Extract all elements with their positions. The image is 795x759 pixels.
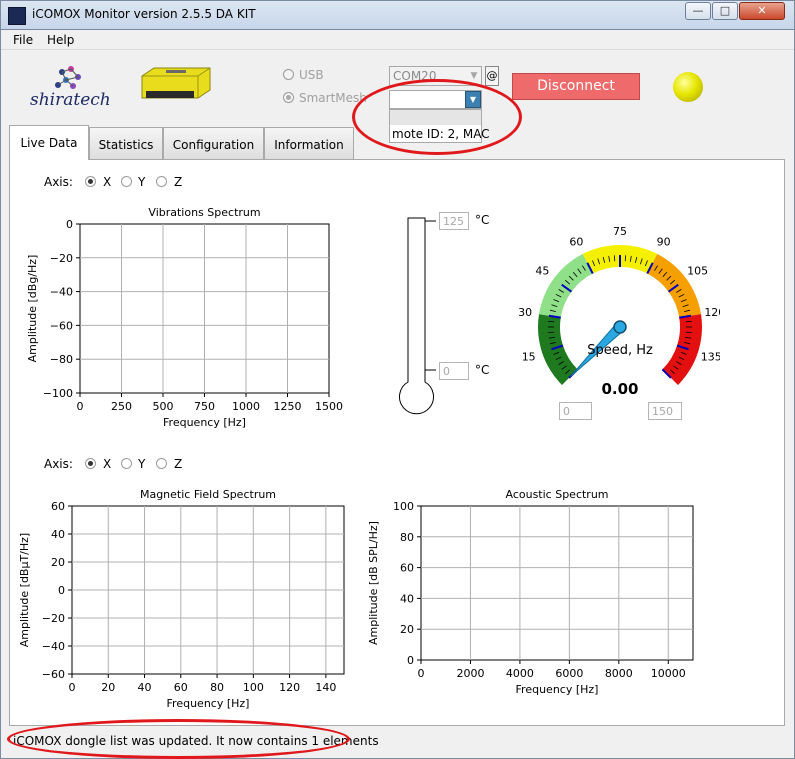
chart-title: Vibrations Spectrum — [148, 206, 260, 219]
y-tick-label: 20 — [51, 556, 65, 569]
y-tick-label: −60 — [42, 668, 65, 681]
x-tick-label: 1000 — [232, 400, 260, 413]
x-tick-label: 1500 — [315, 400, 343, 413]
x-tick-label: 10000 — [651, 667, 686, 680]
x-tick-label: 0 — [69, 681, 76, 694]
x-tick-label: 60 — [174, 681, 188, 694]
x-tick-label: 40 — [138, 681, 152, 694]
gauge-tick-label: 105 — [687, 265, 708, 278]
y-tick-label: 0 — [407, 654, 414, 667]
gauge-max-box: 150 — [648, 402, 682, 420]
y-tick-label: −20 — [42, 612, 65, 625]
y-tick-label: 0 — [66, 218, 73, 231]
y-tick-label: −60 — [50, 319, 73, 332]
y-tick-label: −40 — [50, 286, 73, 299]
y-tick-label: 40 — [400, 592, 414, 605]
gauge-tick-label: 30 — [518, 306, 532, 319]
y-tick-label: −100 — [43, 387, 73, 400]
gauge-tick-label: 60 — [569, 235, 583, 248]
gauge-title: Speed, Hz — [587, 343, 653, 358]
plot-area — [420, 505, 694, 661]
gauge-band-light-green — [539, 253, 593, 318]
x-tick-label: 500 — [153, 400, 174, 413]
thermo-current-unit: °C — [475, 363, 490, 377]
chart-1: 0 20 40 60 80 100 120 140 60 40 20 0 −20 −40 −60 Magnet… — [18, 488, 345, 710]
x-axis-label: Frequency [Hz] — [163, 416, 246, 429]
gauge-band-orange — [647, 253, 701, 318]
x-tick-label: 80 — [210, 681, 224, 694]
gauge-tick-label: 75 — [613, 225, 627, 238]
y-tick-label: 60 — [51, 500, 65, 513]
y-tick-label: 0 — [58, 584, 65, 597]
x-tick-label: 750 — [194, 400, 215, 413]
thermometer-icon — [399, 217, 436, 415]
y-tick-label: −80 — [50, 353, 73, 366]
speed-gauge: 15 30 45 60 75 90 105 120 135 Speed, Hz 0.00 — [518, 225, 720, 398]
y-axis-label: Amplitude [dBµT/Hz] — [18, 533, 31, 647]
highlight-ellipse-status — [7, 719, 350, 759]
y-tick-label: 80 — [400, 531, 414, 544]
x-tick-label: 1250 — [274, 400, 302, 413]
x-axis-label: Frequency [Hz] — [516, 683, 599, 696]
x-tick-label: 4000 — [506, 667, 534, 680]
gauge-tick-label: 120 — [704, 306, 720, 319]
y-tick-label: 60 — [400, 562, 414, 575]
x-tick-label: 0 — [418, 667, 425, 680]
gauge-hub — [613, 320, 627, 334]
x-tick-label: 2000 — [456, 667, 484, 680]
x-tick-label: 8000 — [605, 667, 633, 680]
y-axis-label: Amplitude [dBg/Hz] — [26, 255, 39, 363]
gauge-tick-label: 15 — [522, 351, 536, 364]
x-tick-label: 140 — [315, 681, 336, 694]
tab-live-data[interactable]: Live Data — [9, 125, 89, 160]
x-axis-label: Frequency [Hz] — [167, 697, 250, 710]
chart-2: 0 2000 4000 6000 8000 10000 100 80 60 40 20 0 Acoust… — [367, 488, 694, 696]
x-tick-label: 100 — [243, 681, 264, 694]
y-tick-label: 100 — [393, 500, 414, 513]
x-tick-label: 120 — [279, 681, 300, 694]
thermo-max-unit: °C — [475, 213, 490, 227]
thermo-current-box: 0 — [439, 362, 469, 380]
gauge-value: 0.00 — [601, 380, 638, 398]
thermo-max-box: 125 — [439, 212, 469, 230]
y-tick-label: −20 — [50, 252, 73, 265]
chart-title: Magnetic Field Spectrum — [140, 488, 276, 501]
gauge-tick-label: 90 — [657, 235, 671, 248]
y-axis-label: Amplitude [dB SPL/Hz] — [367, 521, 380, 645]
gauge-tick-label: 45 — [535, 265, 549, 278]
y-tick-label: −40 — [42, 640, 65, 653]
x-tick-label: 6000 — [555, 667, 583, 680]
gauge-min-box: 0 — [559, 402, 592, 420]
chart-title: Acoustic Spectrum — [505, 488, 608, 501]
gauge-tick-label: 135 — [701, 351, 720, 364]
chart-0: 0 250 500 750 1000 1250 1500 0 −20 −40 −60 −80 −100 V… — [26, 206, 343, 429]
x-tick-label: 0 — [77, 400, 84, 413]
x-tick-label: 20 — [101, 681, 115, 694]
y-tick-label: 40 — [51, 528, 65, 541]
x-tick-label: 250 — [111, 400, 132, 413]
y-tick-label: 20 — [400, 623, 414, 636]
